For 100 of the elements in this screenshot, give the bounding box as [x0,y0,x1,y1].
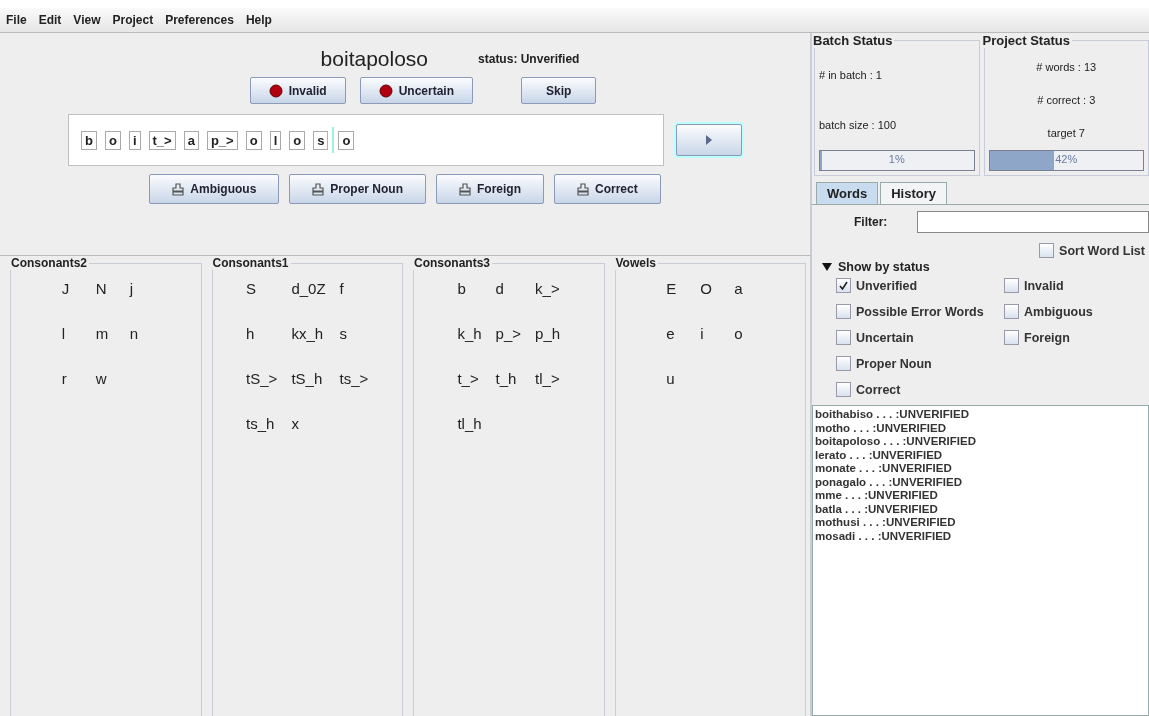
word-list-item[interactable]: mme . . . :UNVERIFIED [815,489,1148,503]
sort-checkbox[interactable]: Sort Word List [1039,243,1145,258]
phoneme-key[interactable]: d_0Z [291,280,326,297]
status-checkbox[interactable]: Ambiguous [1004,304,1093,319]
panel-title: Project Status [981,33,1071,48]
phoneme-key[interactable]: kx_h [291,325,326,342]
phoneme-key[interactable]: N [95,280,116,297]
phoneme-key[interactable]: ts_> [339,370,369,387]
segment-tile[interactable]: l [269,130,282,150]
play-icon [705,134,713,146]
phoneme-key[interactable]: i [700,325,721,342]
phoneme-key[interactable]: x [291,415,326,432]
stat-text: batch size : 100 [819,119,898,131]
tab[interactable]: History [880,182,947,204]
phoneme-key[interactable]: u [666,370,687,387]
status-checkbox[interactable]: Invalid [1004,278,1093,293]
phoneme-key[interactable]: r [61,370,82,387]
progress-label: 1% [887,153,906,165]
stat-text: target 7 [1047,127,1085,140]
status-button[interactable]: Foreign [436,174,544,204]
phoneme-key[interactable]: l [61,325,82,342]
status-button[interactable]: Correct [554,174,661,204]
phoneme-key[interactable]: J [61,280,82,297]
group-title: Consonants3 [413,256,491,270]
stamp-icon [172,182,185,196]
phoneme-key[interactable]: tl_h [457,415,482,432]
phoneme-key[interactable]: t_> [457,370,482,387]
segment-tile[interactable]: o [245,130,262,150]
status-checkbox[interactable]: Correct [836,382,998,397]
word-title: boitapoloso [320,47,429,71]
segment-tile[interactable]: s [313,130,329,150]
phoneme-key[interactable]: o [734,325,755,342]
stop-icon [378,83,393,98]
play-button[interactable] [676,124,742,156]
menu-item[interactable]: Preferences [165,13,234,27]
phoneme-key[interactable]: t_h [495,370,522,387]
stamp-icon [577,182,589,196]
phoneme-key[interactable]: j [129,280,150,297]
filter-field[interactable] [917,211,1149,233]
segment-tile[interactable]: o [289,130,306,150]
phoneme-key[interactable]: tS_> [246,370,278,387]
phoneme-key[interactable]: p_> [495,325,522,342]
stop-icon [268,83,283,98]
phoneme-key[interactable]: a [734,280,755,297]
filter-label: Filter: [854,215,888,229]
phoneme-key[interactable]: w [95,370,116,387]
segment-field[interactable]: b o i t_> a p_> o l o s o [68,114,664,166]
menu-item[interactable]: View [73,13,101,27]
segment-tile[interactable]: i [128,130,141,150]
segment-tile[interactable]: b [81,130,97,150]
status-button[interactable]: Proper Noun [289,174,426,204]
word-list-item[interactable]: batla . . . :UNVERIFIED [815,502,1148,516]
phoneme-key[interactable]: b [457,280,482,297]
phoneme-key[interactable]: k_h [457,325,482,342]
phoneme-key[interactable]: p_h [535,325,561,342]
mark-button[interactable]: Uncertain [359,77,473,104]
phoneme-key[interactable]: d [495,280,522,297]
word-list-item[interactable]: boithabiso . . . :UNVERIFIED [815,408,1148,422]
menu-item[interactable]: Project [112,13,154,27]
menu-item[interactable]: File [6,13,27,27]
phoneme-key[interactable]: f [339,280,369,297]
word-list-item[interactable]: motho . . . :UNVERIFIED [815,421,1148,435]
status-checkbox[interactable]: Proper Noun [836,356,998,371]
phoneme-key[interactable]: E [666,280,687,297]
stamp-icon [312,182,325,196]
phoneme-key[interactable]: k_> [535,280,561,297]
menu-item[interactable]: Edit [38,13,62,27]
word-list-item[interactable]: boitapoloso . . . :UNVERIFIED [815,435,1148,449]
segment-tile[interactable]: t_> [148,130,176,150]
phoneme-key[interactable]: tS_h [291,370,326,387]
status-checkbox[interactable]: Foreign [1004,330,1093,345]
phoneme-key[interactable]: h [246,325,278,342]
skip-button[interactable]: Skip [521,77,597,104]
word-list-item[interactable]: monate . . . :UNVERIFIED [815,462,1148,476]
group-title: Consonants1 [211,256,290,270]
word-list-item[interactable]: mothusi . . . :UNVERIFIED [815,516,1148,530]
status-checkbox[interactable]: Unverified [836,278,998,293]
phoneme-key[interactable]: tl_> [535,370,561,387]
phoneme-key[interactable]: S [246,280,278,297]
phoneme-key[interactable]: O [700,280,721,297]
segment-tile[interactable]: a [183,130,199,150]
word-list-item[interactable]: mosadi . . . :UNVERIFIED [815,529,1148,543]
segment-tile[interactable]: o [104,130,121,150]
mark-button[interactable]: Invalid [249,77,346,104]
phoneme-key[interactable]: n [129,325,150,342]
word-list-item[interactable]: lerato . . . :UNVERIFIED [815,448,1148,462]
segment-tile[interactable]: o [338,130,355,150]
show-by-status-toggle[interactable]: Show by status [822,260,1149,274]
status-checkbox[interactable]: Uncertain [836,330,998,345]
status-checkbox[interactable]: Possible Error Words [836,304,998,319]
segment-tile[interactable]: p_> [206,130,238,150]
menu-item[interactable]: Help [245,13,272,27]
phoneme-key[interactable]: e [666,325,687,342]
triangle-icon [822,262,832,272]
phoneme-key[interactable]: s [339,325,369,342]
status-button[interactable]: Ambiguous [149,174,280,204]
tab[interactable]: Words [816,182,879,204]
phoneme-key[interactable]: ts_h [246,415,278,432]
phoneme-key[interactable]: m [95,325,116,342]
word-list-item[interactable]: ponagalo . . . :UNVERIFIED [815,475,1148,489]
